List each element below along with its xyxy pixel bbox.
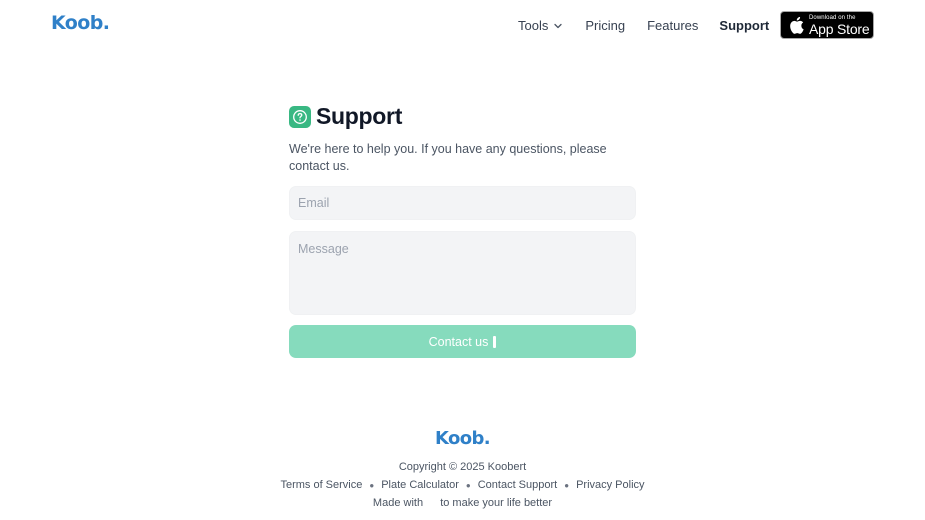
footer-link-contact-support[interactable]: Contact Support — [478, 479, 558, 491]
chevron-down-icon — [554, 23, 563, 28]
support-section: Support We're here to help you. If you h… — [289, 103, 636, 358]
contact-us-button[interactable]: Contact us — [289, 325, 636, 358]
nav-features-link[interactable]: Features — [647, 18, 698, 33]
footer-links: Terms of Service ● Plate Calculator ● Co… — [0, 479, 925, 491]
nav-tools-label: Tools — [518, 18, 549, 33]
made-with-suffix: to make your life better — [440, 497, 553, 509]
appstore-small-text: Download on the — [809, 14, 856, 21]
message-field[interactable] — [289, 231, 636, 315]
email-field[interactable] — [289, 186, 636, 220]
made-with-text: Made with to make your life better — [0, 497, 925, 509]
footer-link-plate-calculator[interactable]: Plate Calculator — [381, 479, 459, 491]
main-nav: Tools Pricing Features Support — [518, 18, 769, 33]
send-icon — [493, 335, 497, 348]
separator-dot: ● — [564, 480, 570, 490]
separator-dot: ● — [369, 480, 375, 490]
footer-link-terms[interactable]: Terms of Service — [280, 479, 362, 491]
appstore-big-text: App Store — [809, 20, 870, 37]
question-circle-icon — [289, 105, 311, 128]
apple-icon — [790, 16, 804, 34]
copyright-text: Copyright © 2025 Koobert — [398, 461, 527, 473]
contact-us-label: Contact us — [428, 334, 489, 349]
made-with-prefix: Made with — [372, 497, 424, 509]
nav-pricing-link[interactable]: Pricing — [585, 18, 625, 33]
footer-logo[interactable]: Koob. — [0, 428, 925, 449]
brand-logo[interactable]: Koob. — [51, 12, 110, 34]
page-title-row: Support — [289, 103, 636, 130]
page-title: Support — [316, 103, 403, 129]
app-store-badge[interactable]: Download on the App Store — [780, 11, 874, 39]
site-footer: Koob. Copyright © 2025 Koobert Terms of … — [0, 428, 925, 509]
nav-tools-dropdown[interactable]: Tools — [518, 18, 563, 33]
nav-support-link[interactable]: Support — [719, 18, 769, 33]
separator-dot: ● — [465, 480, 471, 490]
footer-link-privacy[interactable]: Privacy Policy — [576, 479, 644, 491]
support-description: We're here to help you. If you have any … — [289, 142, 607, 173]
